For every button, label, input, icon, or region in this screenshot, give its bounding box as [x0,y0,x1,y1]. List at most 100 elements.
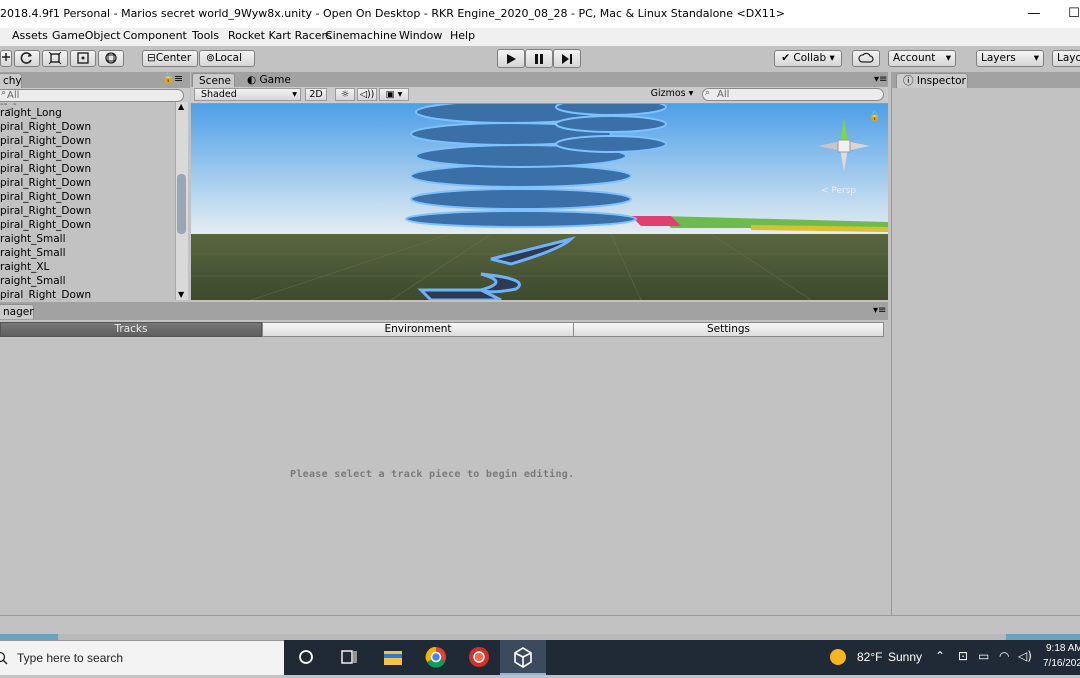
list-item[interactable]: raight_Small [0,232,66,246]
layout-dropdown[interactable]: Layo [1052,50,1080,67]
chevron-down-icon: ▾ [945,52,951,64]
menu-rocket-kart[interactable]: Rocket Kart Racers [228,29,332,42]
scene-search-input[interactable]: All [702,88,884,101]
scroll-up-icon[interactable]: ▲ [178,102,184,111]
panel-menu-icon[interactable]: ≡ [174,72,183,85]
list-item[interactable]: raight_XL [0,260,49,274]
tab-tracks[interactable]: Tracks [0,322,262,337]
rotate-tool-button[interactable] [14,50,40,67]
pivot-local-button[interactable]: ⊚Local [199,50,255,67]
inspector-tabstrip: ⓘ Inspector [891,72,1080,88]
panel-menu-icon[interactable]: ▾≡ [873,305,886,316]
chrome-button[interactable] [413,640,459,675]
sun-icon[interactable] [830,649,846,665]
tab-inspector[interactable]: ⓘ Inspector [896,73,968,88]
maximize-button[interactable]: ☐ [1054,3,1080,25]
window-title: 2018.4.9f1 Personal - Marios secret worl… [0,7,785,20]
taskbar-search-placeholder: Type here to search [17,651,124,665]
tab-game[interactable]: ◐ Game [241,73,297,88]
file-explorer-button[interactable] [370,640,416,675]
layers-label: Layers [981,52,1016,64]
tab-inspector-label: Inspector [916,75,966,87]
list-item[interactable]: piral_Right_Down [0,176,91,190]
minimize-button[interactable]: — [1014,3,1054,25]
gizmos-dropdown[interactable]: Gizmos ▾ [648,88,696,101]
menu-tools[interactable]: Tools [192,29,219,42]
list-item[interactable]: piral_Right_Down [0,120,91,134]
cortana-icon [299,650,313,664]
play-button[interactable] [497,49,525,68]
menu-assets[interactable]: Assets [12,29,48,42]
list-item[interactable]: piral_Right_Down [0,218,91,232]
search-icon: ⌕ [1,88,7,98]
step-button[interactable] [553,49,581,68]
unity-button[interactable] [500,640,546,675]
chrome-alt-button[interactable] [456,640,502,675]
cortana-button[interactable] [284,640,330,675]
list-item[interactable]: raight_Long [0,106,62,120]
rect-tool-button[interactable] [70,50,96,67]
toggle-2d-button[interactable]: 2D [305,88,327,101]
menu-cinemachine[interactable]: Cinemachine [325,29,397,42]
panel-menu-icon[interactable]: ▾≡ [874,74,887,85]
menu-window[interactable]: Window [399,29,442,42]
battery-icon[interactable]: ▭ [978,649,989,663]
account-dropdown[interactable]: Account ▾ [888,50,956,67]
hierarchy-search-input[interactable]: All [0,89,184,102]
list-item[interactable]: piral_Right_Down [0,190,91,204]
layers-dropdown[interactable]: Layers ▾ [976,50,1044,67]
persp-label[interactable]: < Persp [821,186,856,196]
clock-time[interactable]: 9:18 AM [1046,643,1080,654]
menu-help[interactable]: Help [450,29,475,42]
tab-settings-label: Settings [706,323,751,335]
pause-button[interactable] [525,49,553,68]
taskbar-search-box[interactable]: Type here to search [0,640,284,675]
list-item[interactable]: piral_Right_Down [0,288,91,300]
account-label: Account [893,52,936,64]
manager-panel [0,320,888,615]
transform-tool-button[interactable] [98,50,124,67]
tab-manager[interactable]: nager [0,304,34,319]
move-tool-button[interactable] [0,50,12,67]
scrollbar-thumb[interactable] [177,174,186,234]
list-item[interactable]: piral_Right_Down [0,148,91,162]
shading-label: Shaded [201,89,237,100]
wifi-icon[interactable]: ◠ [999,649,1009,663]
list-item[interactable]: piral_Right_Down [0,162,91,176]
tab-settings[interactable]: Settings [573,322,884,337]
game-icon: ◐ [247,74,257,86]
cloud-button[interactable] [852,50,880,67]
menu-bar: Assets GameObject Component Tools Rocket… [0,28,1080,46]
list-item[interactable]: piral_Right_Down [0,134,91,148]
audio-toggle[interactable]: ◁)) [357,88,377,101]
tab-scene-label: Scene [199,75,232,87]
tab-hierarchy[interactable]: chy [0,73,22,88]
effects-dropdown[interactable]: ▣ ▾ [379,88,409,101]
shading-dropdown[interactable]: Shaded ▾ [194,88,301,101]
weather-temp[interactable]: 82°F [857,650,882,664]
collab-button[interactable]: ✔ Collab ▾ [774,50,842,67]
chevron-up-icon[interactable]: ⌃ [935,649,945,663]
volume-icon[interactable]: ◁) [1018,649,1032,663]
tab-environment[interactable]: Environment [262,322,574,337]
hierarchy-scrollbar[interactable]: ▲ ▼ [175,102,188,300]
clock-date[interactable]: 7/16/202 [1043,658,1080,669]
lock-icon[interactable]: 🔒 [162,73,174,84]
scene-viewport[interactable]: < Persp 🔒 [191,104,888,300]
scroll-down-icon[interactable]: ▼ [178,290,184,299]
list-item[interactable]: piral_Right_Down [0,204,91,218]
list-item[interactable]: raight_Small [0,246,66,260]
tab-scene[interactable]: Scene [192,73,235,88]
pivot-center-button[interactable]: ⊟Center [142,50,198,67]
lock-icon[interactable]: 🔒 [869,112,880,122]
menu-component[interactable]: Component [123,29,187,42]
menu-gameobject[interactable]: GameObject [52,29,121,42]
lighting-toggle[interactable]: ☼ [335,88,355,101]
sun-icon: ☼ [340,89,350,100]
task-view-button[interactable] [325,640,371,675]
meet-icon[interactable]: ⊡ [958,649,968,663]
scale-tool-button[interactable] [42,50,68,67]
inspector-panel [891,88,1080,615]
weather-desc[interactable]: Sunny [888,650,922,664]
list-item[interactable]: raight_Small [0,274,66,288]
